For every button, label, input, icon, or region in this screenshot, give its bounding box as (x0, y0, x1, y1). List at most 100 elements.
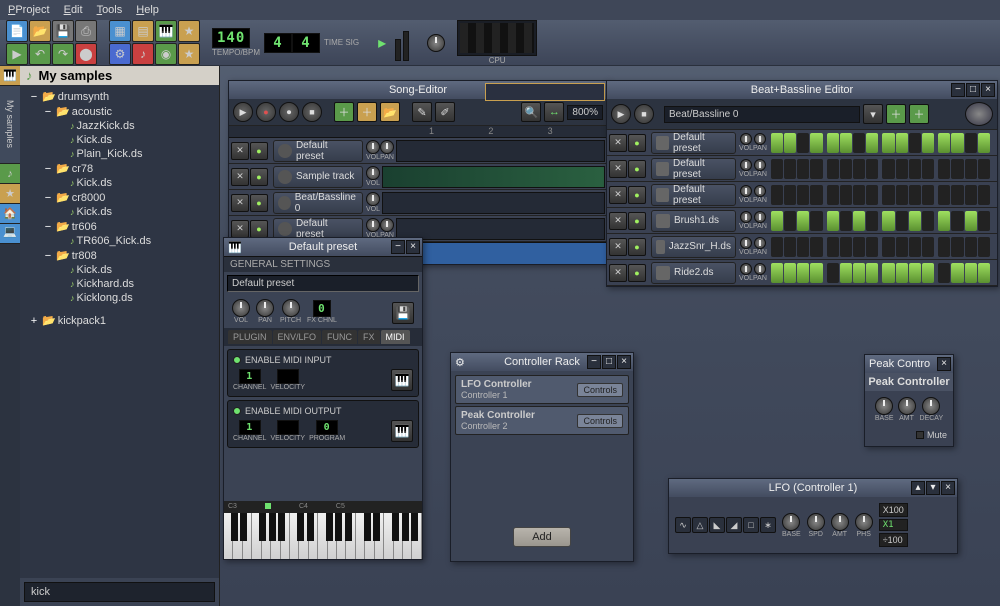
track-mute[interactable]: ✕ (609, 134, 627, 152)
song-record-button[interactable]: ● (256, 102, 276, 122)
bb-step-cell[interactable] (853, 185, 865, 205)
bb-add-auto[interactable]: ＋ (909, 104, 929, 124)
tree-file-Kick.ds[interactable]: ♪Kick.ds (22, 263, 217, 277)
song-stop-button[interactable]: ■ (302, 102, 322, 122)
maximize-icon[interactable]: □ (602, 355, 616, 369)
tempo-display[interactable]: 140 (212, 28, 250, 48)
side-tab-home[interactable]: 🏠 (0, 204, 20, 224)
bb-step-cell[interactable] (909, 237, 921, 257)
lfo-wave-tri[interactable]: △ (692, 517, 708, 533)
bb-step-cell[interactable] (797, 237, 809, 257)
lfo-div100-button[interactable]: ÷100 (879, 533, 908, 547)
bb-step-cell[interactable] (771, 211, 783, 231)
close-icon[interactable]: × (617, 355, 631, 369)
tree-file-Kick.ds[interactable]: ♪Kick.ds (22, 176, 217, 190)
track-mute[interactable]: ✕ (609, 264, 627, 282)
bb-step-cell[interactable] (853, 211, 865, 231)
bb-step-cell[interactable] (909, 185, 921, 205)
menu-edit[interactable]: Edit (64, 4, 83, 16)
zoom-display[interactable]: 800% (567, 105, 603, 120)
controller-item[interactable]: LFO ControllerController 1Controls (455, 375, 629, 404)
bb-step-cell[interactable] (909, 133, 921, 153)
timesig-d[interactable]: 4 (292, 33, 320, 53)
bb-step-cell[interactable] (922, 237, 934, 257)
lfo-wave-sine[interactable]: ∿ (675, 517, 691, 533)
preset-tab-func[interactable]: FUNC (322, 330, 357, 344)
track-vol-knob[interactable] (366, 166, 380, 180)
midi-out-device-button[interactable]: 🎹 (391, 420, 413, 442)
bb-stop-button[interactable]: ■ (634, 104, 654, 124)
track-mute[interactable]: ✕ (609, 238, 627, 256)
bb-step-cell[interactable] (784, 263, 796, 283)
timesig-n[interactable]: 4 (264, 33, 292, 53)
close-icon[interactable]: × (937, 357, 951, 371)
play-marker-icon[interactable]: ▸ (371, 32, 393, 54)
track-solo[interactable]: ● (628, 160, 646, 178)
bb-step-cell[interactable] (978, 133, 990, 153)
track-name-slot[interactable]: Default preset (273, 140, 363, 162)
bb-step-cell[interactable] (866, 263, 878, 283)
save-preset-button[interactable]: 💾 (392, 302, 414, 324)
master-vol-slider[interactable] (395, 39, 401, 61)
midi-in-device-button[interactable]: 🎹 (391, 369, 413, 391)
bb-step-cell[interactable] (784, 237, 796, 257)
side-tab-computer[interactable]: 💻 (0, 224, 20, 244)
minimize-icon[interactable]: − (587, 355, 601, 369)
bb-vol-knob[interactable] (740, 159, 752, 171)
track-pattern-area[interactable] (396, 140, 605, 162)
track-mute[interactable]: ✕ (609, 160, 627, 178)
tree-folder-tr808[interactable]: −📂tr808 (22, 248, 217, 263)
tree-folder-tr606[interactable]: −📂tr606 (22, 219, 217, 234)
tb-redo[interactable]: ↷ (52, 43, 74, 65)
bb-step-cell[interactable] (853, 159, 865, 179)
lfo-wave-rsaw[interactable]: ◢ (726, 517, 742, 533)
bb-step-cell[interactable] (771, 133, 783, 153)
bb-step-cell[interactable] (951, 237, 963, 257)
tree-folder-acoustic[interactable]: −📂acoustic (22, 104, 217, 119)
bb-step-cell[interactable] (951, 185, 963, 205)
close-icon[interactable]: × (941, 481, 955, 495)
bb-step-cell[interactable] (840, 159, 852, 179)
bb-step-cell[interactable] (827, 263, 839, 283)
tree-folder-kickpack1[interactable]: +📂kickpack1 (22, 313, 217, 328)
tree-file-Kick.ds[interactable]: ♪Kick.ds (22, 205, 217, 219)
bb-step-cell[interactable] (882, 263, 894, 283)
bb-vol-knob[interactable] (740, 263, 752, 275)
track-solo[interactable]: ● (250, 168, 268, 186)
bb-pan-knob[interactable] (754, 133, 766, 145)
tb-saveas[interactable]: ⎙ (75, 20, 97, 42)
side-tab-presets[interactable]: ★ (0, 184, 20, 204)
side-tab-samples[interactable]: ♪ (0, 164, 20, 184)
tb-new[interactable]: 📄 (6, 20, 28, 42)
track-pattern-area[interactable] (382, 166, 605, 188)
minimize-icon[interactable]: − (391, 240, 405, 254)
bb-step-cell[interactable] (771, 263, 783, 283)
bb-track-name[interactable]: JazzSnr_H.ds (651, 236, 736, 258)
lfo-wave-saw[interactable]: ◣ (709, 517, 725, 533)
bb-play-button[interactable]: ▶ (611, 104, 631, 124)
bb-step-cell[interactable] (938, 159, 950, 179)
bb-pan-knob[interactable] (754, 211, 766, 223)
menu-help[interactable]: Help (136, 4, 159, 16)
track-solo[interactable]: ● (628, 238, 646, 256)
midi-in-velocity[interactable] (277, 369, 299, 384)
track-solo[interactable]: ● (628, 212, 646, 230)
bb-vol-knob[interactable] (740, 133, 752, 145)
tb-song[interactable]: ▦ (109, 20, 131, 42)
tb-piano[interactable]: 🎹 (155, 20, 177, 42)
bb-step-cell[interactable] (909, 159, 921, 179)
bb-step-cell[interactable] (810, 185, 822, 205)
bb-step-cell[interactable] (882, 185, 894, 205)
bb-step-cell[interactable] (909, 263, 921, 283)
bb-step-cell[interactable] (797, 211, 809, 231)
bb-step-cell[interactable] (866, 133, 878, 153)
tree-folder-drumsynth[interactable]: −📂drumsynth (22, 89, 217, 104)
bb-step-cell[interactable] (965, 263, 977, 283)
tree-file-Kick.ds[interactable]: ♪Kick.ds (22, 133, 217, 147)
bb-step-cell[interactable] (978, 159, 990, 179)
track-pan-knob[interactable] (380, 140, 394, 154)
bb-add-track[interactable]: ＋ (886, 104, 906, 124)
zoom-out-button[interactable]: 🔍 (521, 102, 541, 122)
track-pan-knob[interactable] (380, 218, 394, 232)
close-icon[interactable]: × (406, 240, 420, 254)
